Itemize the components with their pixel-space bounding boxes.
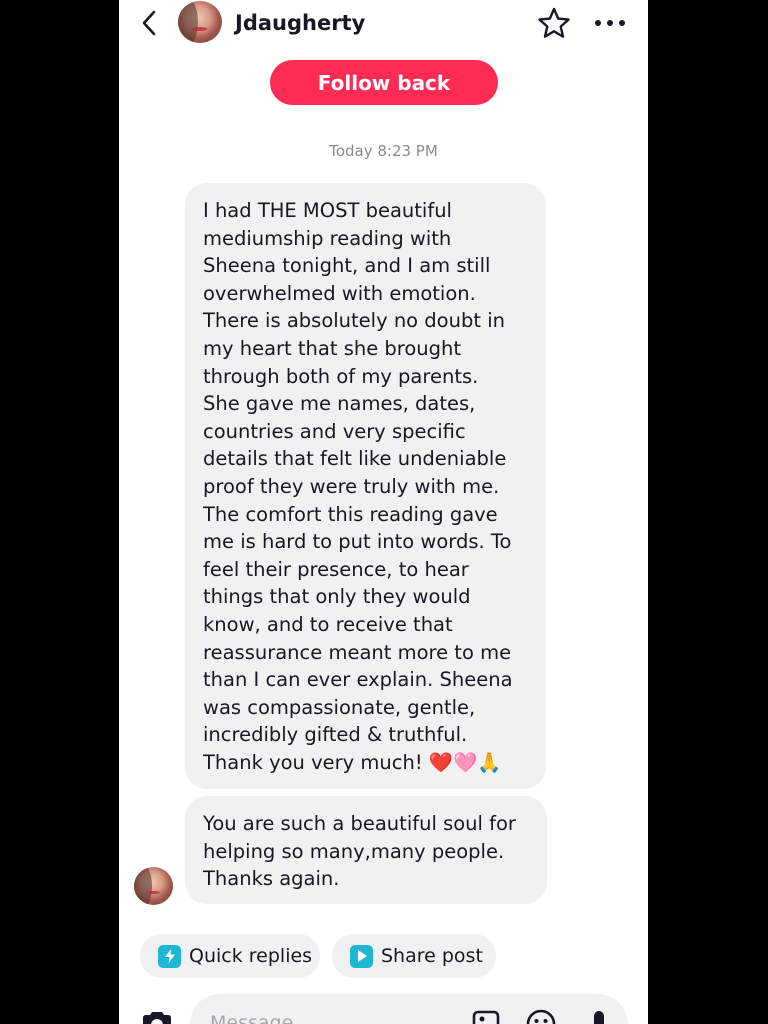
share-post-button[interactable]: Share post [332, 934, 496, 978]
sender-avatar[interactable] [134, 867, 173, 905]
chat-header: Jdaugherty [119, 0, 648, 48]
image-icon [472, 1010, 500, 1024]
message-line: my heart that she brought [203, 336, 462, 360]
message-line: Thanks again. [203, 867, 340, 891]
back-arrow-icon [142, 10, 156, 36]
message-composer [190, 994, 628, 1024]
message-line: reassurance meant more to me [203, 640, 512, 664]
camera-icon [143, 1012, 171, 1024]
message-line: overwhelmed with emotion. [203, 281, 476, 305]
message-line: helping so many,many people. [203, 839, 505, 863]
image-button[interactable] [471, 1006, 503, 1024]
message-line: know, and to receive that [203, 612, 453, 636]
message-line: details that felt like undeniable [203, 447, 507, 471]
message-timestamp: Today 8:23 PM [329, 142, 438, 160]
message-line: through both of my parents. [203, 364, 479, 388]
avatar[interactable] [178, 1, 222, 43]
message-bubble[interactable]: You are such a beautiful soul for helpin… [185, 796, 547, 904]
emoji-icon [526, 1009, 556, 1024]
message-line: Sheena tonight, and I am still [203, 254, 491, 278]
message-line: You are such a beautiful soul for [203, 812, 516, 835]
message-line: things that only they would [203, 585, 471, 609]
message-line: proof they were truly with me. [203, 474, 500, 498]
more-button[interactable] [593, 8, 627, 38]
quick-replies-label: Quick replies [189, 945, 313, 967]
back-button[interactable] [135, 8, 163, 38]
emoji-button[interactable] [525, 1006, 557, 1024]
chat-username[interactable]: Jdaugherty [235, 11, 365, 35]
message-input[interactable] [208, 1010, 462, 1024]
star-icon [538, 7, 570, 38]
message-line: countries and very specific [203, 419, 466, 443]
more-icon [595, 20, 625, 26]
follow-back-button[interactable]: Follow back [270, 60, 498, 105]
message-line: Thank you very much! ❤️🩷🙏 [203, 750, 502, 774]
message-line: incredibly gifted & truthful. [203, 723, 468, 747]
message-line: I had THE MOST beautiful [203, 199, 452, 222]
play-icon [350, 944, 373, 968]
message-line: than I can ever explain. Sheena [203, 668, 513, 692]
message-line: She gave me names, dates, [203, 392, 476, 416]
lightning-icon [158, 944, 181, 968]
message-bubble[interactable]: I had THE MOST beautiful mediumship read… [185, 183, 546, 789]
mic-icon [594, 1011, 604, 1024]
message-line: The comfort this reading gave [203, 502, 498, 526]
message-line: There is absolutely no doubt in [203, 309, 505, 333]
share-post-label: Share post [381, 945, 483, 967]
chat-screen: Jdaugherty Follow back Today 8:23 PM I h… [119, 0, 648, 1024]
camera-button[interactable] [139, 1008, 175, 1024]
favorite-button[interactable] [536, 6, 572, 40]
message-line: mediumship reading with [203, 226, 452, 250]
quick-replies-button[interactable]: Quick replies [140, 934, 320, 978]
message-line: feel their presence, to hear [203, 557, 469, 581]
message-line: was compassionate, gentle, [203, 695, 476, 719]
message-line: me is hard to put into words. To [203, 530, 512, 554]
mic-button[interactable] [583, 1006, 615, 1024]
